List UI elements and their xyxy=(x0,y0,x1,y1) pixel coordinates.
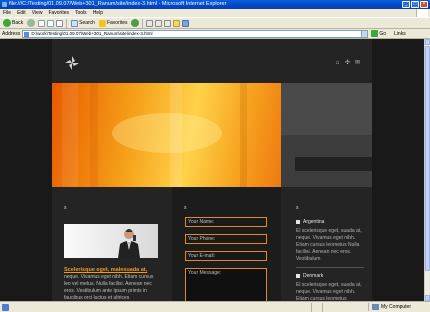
news-text: neque. Vivamus eget nibh. Etiam cursus l… xyxy=(64,274,154,301)
messenger-icon[interactable] xyxy=(181,19,189,27)
standard-toolbar: Back Search Favorites xyxy=(0,17,430,29)
folder-icon[interactable] xyxy=(172,19,180,27)
address-input[interactable]: D:\work\Testing\01.09.07\Web+301_Ranum\s… xyxy=(22,29,363,38)
address-value: D:\work\Testing\01.09.07\Web+301_Ranum\s… xyxy=(31,30,153,36)
banner-side-panel xyxy=(281,83,372,187)
scroll-up-button[interactable] xyxy=(425,39,430,45)
message-field[interactable]: Your Message: xyxy=(185,268,267,301)
browser-viewport: ⌂ ✣ ✉ s Scelerisque eget, malesuada at, … xyxy=(0,39,424,301)
address-bar: Address D:\work\Testing\01.09.07\Web+301… xyxy=(0,29,430,39)
home-icon[interactable]: ⌂ xyxy=(335,60,340,66)
country-text: El scelerisque eget, suada at, neque. Vi… xyxy=(296,228,362,262)
name-field[interactable]: Your Name: xyxy=(185,217,267,227)
zone-label: My Computer xyxy=(381,304,412,310)
divider xyxy=(296,267,364,268)
bullet-icon xyxy=(296,274,300,278)
forward-button[interactable] xyxy=(26,18,36,28)
country-denmark: Denmark xyxy=(296,273,323,279)
news-title-link[interactable]: Scelerisque eget, malesuada at, xyxy=(64,267,147,273)
phone-field[interactable]: Your Phone: xyxy=(185,234,267,244)
status-bar: My Computer xyxy=(0,301,430,312)
forward-arrow-icon xyxy=(27,19,36,27)
window-title: file:///C:/Testing/01.09.07/Web+301_Ranu… xyxy=(9,1,227,7)
mail-icon[interactable]: ✉ xyxy=(355,60,360,66)
back-arrow-icon xyxy=(3,19,11,27)
news-column: s Scelerisque eget, malesuada at, neque.… xyxy=(52,187,172,301)
security-zone: My Computer xyxy=(368,303,428,311)
news-photo xyxy=(64,224,158,258)
column-heading: s xyxy=(184,205,187,211)
favorites-button[interactable]: Favorites xyxy=(98,18,129,28)
refresh-icon[interactable] xyxy=(47,19,55,27)
media-icon[interactable] xyxy=(130,19,139,27)
home-icon[interactable] xyxy=(56,19,64,27)
go-button[interactable]: Go xyxy=(371,30,386,37)
column-heading: s xyxy=(64,205,67,211)
star-icon xyxy=(98,19,106,27)
menu-tools[interactable]: Tools xyxy=(75,10,87,16)
country-argentina: Argentina xyxy=(296,219,324,225)
menu-help[interactable]: Help xyxy=(93,10,103,16)
bullet-icon xyxy=(296,220,300,224)
website: ⌂ ✣ ✉ s Scelerisque eget, malesuada at, … xyxy=(52,39,372,301)
sitemap-icon[interactable]: ✣ xyxy=(345,60,350,66)
menu-bar: File Edit View Favorites Tools Help xyxy=(0,9,430,17)
edit-icon[interactable] xyxy=(163,19,171,27)
menu-edit[interactable]: Edit xyxy=(17,10,26,16)
links-button[interactable]: Links xyxy=(394,31,406,37)
scroll-thumb[interactable] xyxy=(425,46,430,271)
ie-app-icon xyxy=(2,2,7,7)
site-nav-icons: ⌂ ✣ ✉ xyxy=(335,60,360,66)
search-button[interactable]: Search xyxy=(70,18,96,28)
maximize-button[interactable]: □ xyxy=(411,1,419,8)
search-icon xyxy=(71,19,79,27)
go-label: Go xyxy=(379,30,387,37)
toolbar-separator xyxy=(141,18,143,28)
page-icon xyxy=(24,31,30,37)
go-arrow-icon xyxy=(371,30,379,37)
window-controls: _ □ × xyxy=(402,1,428,8)
hero-banner xyxy=(52,83,281,187)
businessman-image xyxy=(118,229,140,258)
close-button[interactable]: × xyxy=(420,1,428,8)
favorites-label: Favorites xyxy=(106,20,128,26)
email-field[interactable]: Your E-mail: xyxy=(185,251,267,261)
country-text: El scelerisque eget, suada at, neque. Vi… xyxy=(296,282,362,301)
menu-view[interactable]: View xyxy=(32,10,43,16)
window-titlebar: file:///C:/Testing/01.09.07/Web+301_Ranu… xyxy=(0,0,430,9)
logo-icon[interactable] xyxy=(64,55,80,71)
vertical-scrollbar[interactable] xyxy=(424,39,430,301)
minimize-button[interactable]: _ xyxy=(402,1,410,8)
page-status-icon xyxy=(2,303,9,311)
back-button[interactable]: Back xyxy=(2,18,24,28)
search-label: Search xyxy=(79,20,95,26)
countries-column: s Argentina El scelerisque eget, suada a… xyxy=(281,187,372,301)
address-dropdown-button[interactable] xyxy=(361,29,369,38)
menu-file[interactable]: File xyxy=(3,10,11,16)
stop-icon[interactable] xyxy=(38,19,46,27)
computer-icon xyxy=(372,304,379,310)
banner-bar xyxy=(295,157,372,171)
contact-form-column: s Your Name: Your Phone: Your E-mail: Yo… xyxy=(172,187,281,301)
menu-favorites[interactable]: Favorites xyxy=(48,10,69,16)
print-icon[interactable] xyxy=(154,19,162,27)
back-label: Back xyxy=(12,20,24,26)
column-heading: s xyxy=(296,205,299,211)
address-label: Address xyxy=(2,30,21,37)
mail-icon[interactable] xyxy=(145,19,153,27)
toolbar-separator xyxy=(66,18,68,28)
windows-logo-icon xyxy=(416,9,428,17)
